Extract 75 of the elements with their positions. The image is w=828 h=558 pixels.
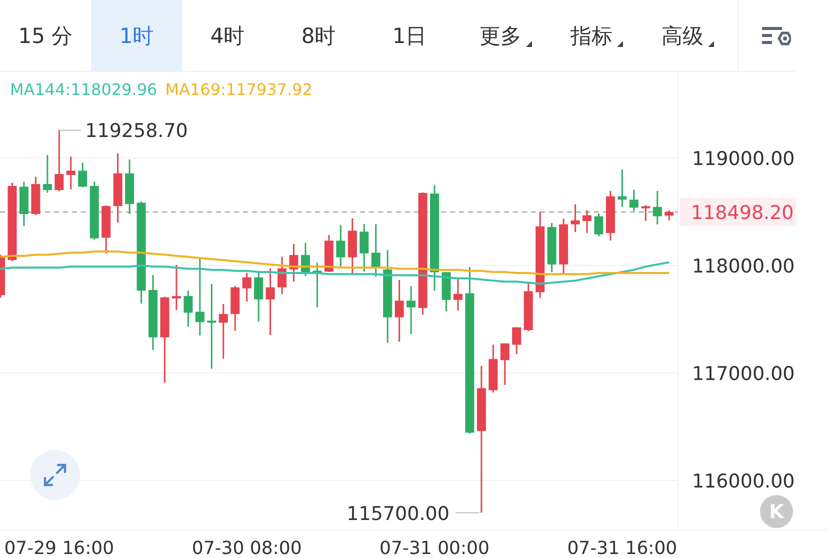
candlestick [488, 344, 498, 393]
candlestick [570, 204, 580, 232]
price-label: 115700.00 [346, 502, 450, 525]
candlestick [641, 205, 650, 221]
candlestick [524, 282, 533, 332]
candlestick [184, 290, 193, 327]
candlestick [125, 159, 134, 214]
leader-line [454, 512, 480, 514]
leader-line [58, 130, 82, 131]
candlestick [336, 225, 346, 267]
caret-icon [617, 41, 623, 47]
axis-label: 117000.00 [692, 363, 795, 386]
expand-icon [42, 462, 68, 488]
timeframe-tab[interactable]: 1时 [91, 0, 182, 71]
axis-label: 118000.00 [692, 256, 795, 278]
candlestick [218, 304, 228, 359]
axis-label: 119000.00 [692, 148, 795, 170]
timeframe-tab[interactable]: 15 分 [0, 0, 91, 71]
ref-line-label: 118498.20 [691, 202, 794, 224]
candlestick [113, 153, 122, 223]
candlestick [172, 264, 181, 310]
candlestick [547, 223, 556, 272]
timeframe-tab[interactable]: 高级 [637, 0, 728, 71]
candlestick [90, 182, 99, 240]
candlestick [371, 224, 380, 277]
timeframe-tab[interactable]: 更多 [455, 0, 546, 71]
candlestick [582, 210, 592, 234]
candlestick [19, 182, 28, 226]
candlestick [324, 235, 334, 272]
candlestick [348, 218, 357, 276]
axis-label: 07-29 16:00 [4, 538, 114, 558]
candlestick [0, 254, 5, 298]
indicator-legend: MA169:117937.92 [165, 80, 312, 99]
candlestick [606, 190, 615, 240]
candlestick [42, 155, 52, 193]
candlestick [254, 272, 264, 322]
candlestick [266, 268, 275, 336]
candlestick [652, 190, 662, 224]
timeframe-tab[interactable]: 8时 [273, 0, 364, 71]
candlestick [78, 162, 88, 188]
candlestick [664, 210, 674, 220]
axis-label: 116000.00 [692, 470, 795, 493]
candlestick [453, 277, 462, 311]
candlestick [594, 214, 604, 236]
candlestick [289, 244, 298, 282]
axis-label: 07-31 16:00 [567, 538, 678, 558]
candlestick [406, 286, 416, 334]
candlestick [54, 130, 64, 192]
expand-button[interactable] [30, 450, 80, 500]
timeframe-tab[interactable]: 指标 [546, 0, 637, 71]
caret-icon [708, 41, 714, 47]
candlestick [500, 343, 510, 385]
candlestick [360, 224, 369, 272]
indicator-legend: MA144:118029.96 [10, 80, 158, 99]
candlestick [278, 256, 287, 294]
candlestick [300, 242, 310, 276]
price-label: 119258.70 [85, 120, 188, 142]
current-price-tag: 118498.20 [680, 198, 796, 226]
axis-label: 07-30 08:00 [192, 538, 302, 558]
candlestick [66, 156, 76, 190]
axis-label: 07-31 00:00 [380, 538, 490, 558]
timeframe-tab[interactable]: 4时 [182, 0, 273, 71]
timeframe-tab[interactable]: 1日 [364, 0, 455, 71]
candlestick [512, 327, 522, 354]
candlestick [230, 286, 240, 331]
candlestick [312, 262, 322, 308]
candlestick [102, 205, 111, 254]
candlestick [242, 272, 252, 302]
candlestick [629, 190, 638, 212]
caret-icon [526, 41, 532, 47]
candlestick [394, 280, 404, 342]
candlestick [31, 176, 40, 215]
candlestick [618, 170, 627, 207]
candlestick [559, 218, 568, 275]
candlestick [442, 272, 451, 312]
